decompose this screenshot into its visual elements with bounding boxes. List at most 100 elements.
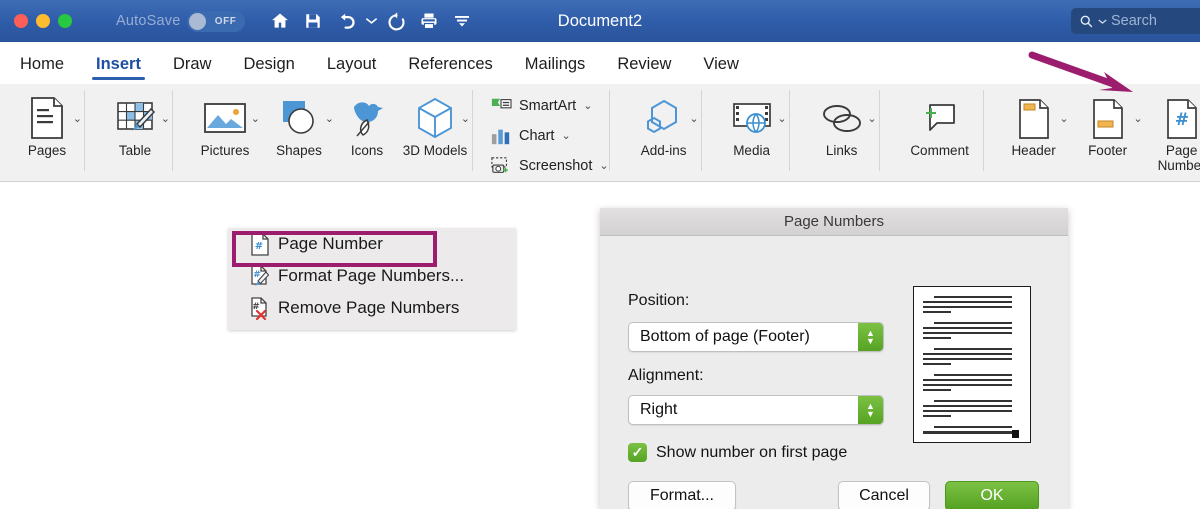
tab-design[interactable]: Design [239,42,298,84]
addins-icon [643,94,685,142]
stepper-down-arrow: ▼ [866,336,875,346]
chart-icon [491,129,510,144]
tab-view[interactable]: View [699,42,742,84]
position-dropdown[interactable]: Bottom of page (Footer) ▲ ▼ [628,322,884,352]
chevron-down-icon[interactable]: ⌄ [1133,112,1142,125]
ribbon-button-footer[interactable]: ⌄ Footer [1071,90,1145,158]
icons-icon [345,94,389,142]
ribbon-button-3d-models[interactable]: ⌄ 3D Models [398,90,472,158]
chevron-down-icon[interactable]: ⌄ [583,99,592,112]
alignment-stepper-icon[interactable]: ▲ ▼ [858,396,883,424]
menu-label-page-number: Page Number [278,234,383,253]
ribbon-button-chart[interactable]: Chart ⌄ [484,123,571,149]
ribbon-label-shapes: Shapes [276,143,322,158]
menu-item-page-number[interactable]: # Page Number [228,228,516,260]
ribbon-label-pages: Pages [27,143,67,158]
chevron-down-icon[interactable]: ⌄ [777,112,786,125]
annotation-arrow [1020,44,1200,100]
chevron-down-icon[interactable]: ⌄ [325,112,334,125]
ribbon-button-comment[interactable]: Comment [897,90,983,158]
ribbon-button-screenshot[interactable]: Screenshot ⌄ [484,153,609,179]
ribbon-group-media: ⌄ Media [700,84,789,181]
ribbon-button-page-number[interactable]: # ⌄ Page Number [1145,90,1200,173]
alignment-dropdown[interactable]: Right ▲ ▼ [628,395,884,425]
ribbon-button-header[interactable]: ⌄ Header [997,90,1071,158]
tab-layout[interactable]: Layout [323,42,381,84]
ribbon-button-table[interactable]: ⌄ Table [98,90,172,158]
ribbon-button-shapes[interactable]: ⌄ Shapes [262,90,336,158]
alignment-value: Right [640,401,678,418]
menu-item-format-page-numbers[interactable]: # Format Page Numbers... [228,260,516,292]
media-icon [730,94,774,142]
chevron-down-icon[interactable]: ⌄ [561,129,570,142]
ribbon-label-smartart: SmartArt [519,97,577,114]
ribbon-label-page-number: Page Number [1157,143,1200,173]
ribbon-button-pages[interactable]: ⌄ Pages [10,90,84,158]
ok-button[interactable]: OK [945,481,1039,509]
svg-text:#: # [1174,110,1188,130]
tab-references[interactable]: References [404,42,496,84]
ribbon-button-addins[interactable]: ⌄ Add-ins [627,90,701,158]
show-number-first-page-row[interactable]: ✓ Show number on first page [628,443,847,462]
cube-icon [415,94,455,142]
shapes-icon [277,94,321,142]
ribbon-label-header: Header [1011,143,1056,158]
menu-label-format-page-numbers: Format Page Numbers... [278,266,465,285]
comment-icon [918,94,962,142]
ribbon-button-media[interactable]: ⌄ Media [715,90,789,158]
ribbon-label-chart: Chart [519,127,555,144]
chevron-down-icon[interactable]: ⌄ [461,112,470,125]
page-preview-thumbnail [913,286,1031,443]
tab-insert[interactable]: Insert [92,42,145,84]
show-number-first-page-checkbox[interactable]: ✓ [628,443,647,462]
ribbon-group-table: ⌄ Table [84,84,172,181]
chevron-down-icon[interactable]: ⌄ [73,112,82,125]
ribbon-button-links[interactable]: ⌄ Links [805,90,879,158]
chevron-down-icon[interactable]: ⌄ [1059,112,1068,125]
menu-label-remove-page-numbers: Remove Page Numbers [278,298,460,317]
tab-mailings[interactable]: Mailings [521,42,590,84]
ribbon-label-links: Links [825,143,858,158]
ribbon-button-icons[interactable]: Icons [336,90,398,158]
ribbon-group-links: ⌄ Links [788,84,879,181]
chevron-down-icon[interactable]: ⌄ [599,159,608,172]
cancel-button[interactable]: Cancel [838,481,930,509]
tab-review[interactable]: Review [613,42,675,84]
screenshot-icon [491,156,508,173]
search-box[interactable]: Search [1071,8,1200,34]
ribbon-group-comment: Comment [878,84,983,181]
ribbon-group-smartart: SmartArt ⌄ Chart ⌄ Screenshot ⌄ [472,84,609,181]
position-label: Position: [628,292,690,309]
chevron-down-icon[interactable]: ⌄ [251,112,260,125]
ribbon-label-table: Table [118,143,152,158]
search-icon [1080,15,1093,27]
show-number-first-page-label: Show number on first page [656,443,848,461]
ribbon-label-pictures: Pictures [200,143,250,158]
ribbon-button-smartart[interactable]: SmartArt ⌄ [484,93,592,119]
alignment-label: Alignment: [628,367,704,384]
page-number-icon: # [251,232,269,256]
page-number-icon: # [1164,94,1200,142]
tab-home[interactable]: Home [16,42,68,84]
page-icon [28,94,66,142]
remove-page-numbers-icon: # [251,296,267,320]
menu-item-remove-page-numbers[interactable]: # Remove Page Numbers [228,292,516,324]
footer-icon [1090,94,1126,142]
chevron-down-icon[interactable]: ⌄ [689,112,698,125]
chevron-down-icon[interactable]: ⌄ [161,112,170,125]
format-button[interactable]: Format... [628,481,736,509]
links-icon [820,94,864,142]
ribbon-label-addins: Add-ins [640,143,687,158]
format-page-numbers-icon: # [251,264,269,286]
position-value: Bottom of page (Footer) [640,328,810,345]
ribbon-group-addins: ⌄ Add-ins [608,84,701,181]
search-placeholder: Search [1111,13,1157,29]
chevron-down-icon[interactable]: ⌄ [867,112,876,125]
title-bar: AutoSave OFF Document2 Search [0,0,1200,42]
page-numbers-dialog: Page Numbers Position: Bottom of page (F… [600,208,1068,509]
tab-draw[interactable]: Draw [169,42,216,84]
position-stepper-icon[interactable]: ▲ ▼ [858,323,883,351]
ribbon-label-icons: Icons [350,143,384,158]
ribbon-button-pictures[interactable]: ⌄ Pictures [188,90,262,158]
ribbon-label-comment: Comment [910,143,969,158]
